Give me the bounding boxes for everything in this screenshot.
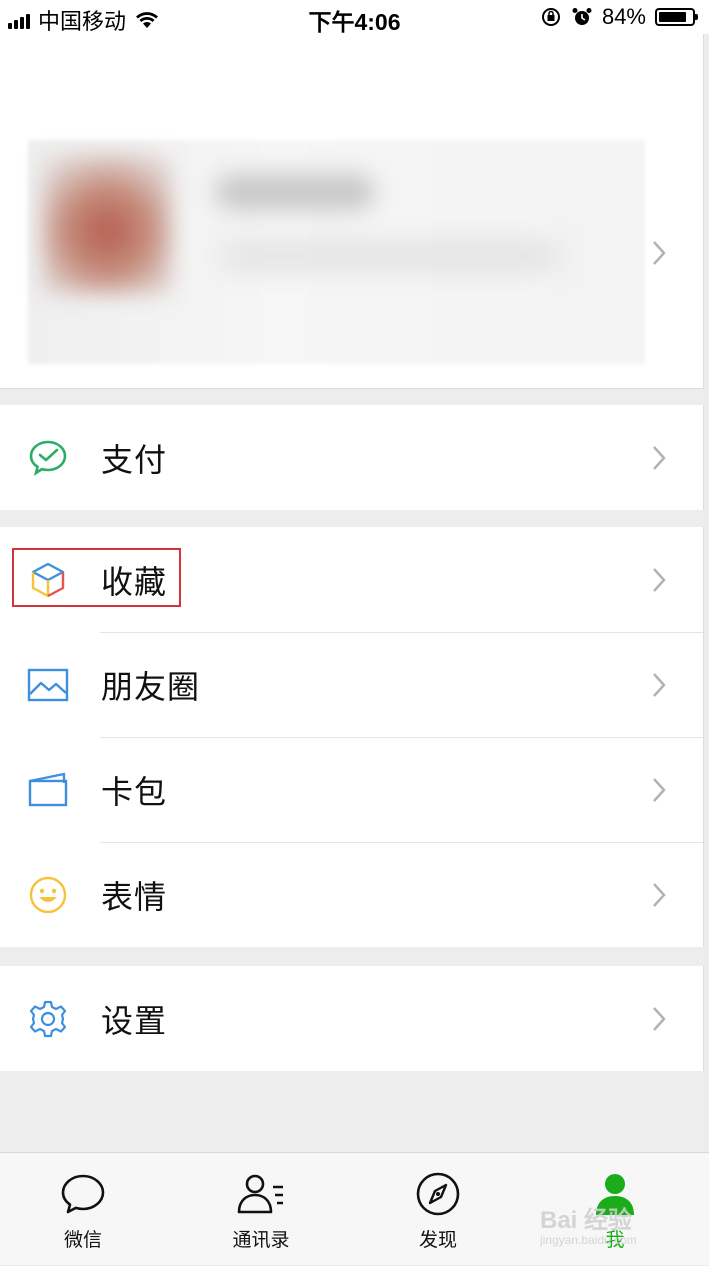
menu-item-label: 支付 bbox=[101, 441, 168, 478]
alarm-clock-icon bbox=[572, 8, 592, 25]
chevron-right-icon bbox=[653, 882, 666, 907]
menu-group-main: 收藏 朋友圈 卡包 表情 bbox=[0, 527, 704, 947]
chat-bubble-icon bbox=[61, 1174, 105, 1214]
compass-icon bbox=[416, 1172, 460, 1216]
menu-item-moments[interactable]: 朋友圈 bbox=[0, 632, 703, 737]
menu-group-settings: 设置 bbox=[0, 966, 704, 1071]
status-right: 84% bbox=[540, 4, 698, 30]
watermark-subtext: jingyan.baidu.com bbox=[540, 1233, 637, 1247]
tab-chats[interactable]: 微信 bbox=[23, 1153, 143, 1266]
baidu-jingyan-watermark: Bai 经验 jingyan.baidu.com bbox=[540, 1200, 680, 1255]
menu-item-favorites[interactable]: 收藏 bbox=[0, 527, 703, 632]
menu-item-label: 表情 bbox=[101, 878, 168, 915]
profile-id-blurred bbox=[220, 244, 560, 268]
orientation-lock-icon bbox=[541, 8, 560, 26]
menu-item-pay[interactable]: 支付 bbox=[0, 405, 703, 510]
battery-icon bbox=[655, 8, 698, 26]
menu-item-label: 收藏 bbox=[101, 563, 168, 600]
avatar bbox=[42, 154, 172, 294]
chevron-right-icon bbox=[653, 567, 666, 592]
profile-card[interactable] bbox=[0, 34, 704, 389]
status-bar: 中国移动 下午4:06 84% bbox=[0, 0, 709, 35]
chevron-right-icon bbox=[653, 241, 666, 265]
tab-discover[interactable]: 发现 bbox=[378, 1153, 498, 1266]
tab-label: 通讯录 bbox=[232, 1230, 290, 1251]
battery-percent: 84% bbox=[601, 4, 646, 29]
profile-name-blurred bbox=[215, 174, 375, 210]
chevron-right-icon bbox=[653, 1006, 666, 1031]
tab-label: 发现 bbox=[418, 1230, 457, 1251]
tab-label: 微信 bbox=[63, 1230, 102, 1251]
menu-group-pay: 支付 bbox=[0, 405, 704, 510]
settings-gear-icon bbox=[27, 998, 69, 1040]
battery-fill bbox=[659, 12, 686, 22]
card-wallet-icon bbox=[27, 769, 69, 811]
tab-contacts[interactable]: 通讯录 bbox=[201, 1153, 321, 1266]
moments-picture-icon bbox=[27, 664, 69, 706]
menu-item-settings[interactable]: 设置 bbox=[0, 966, 703, 1071]
chevron-right-icon bbox=[653, 445, 666, 470]
menu-item-label: 卡包 bbox=[101, 773, 168, 810]
menu-item-stickers[interactable]: 表情 bbox=[0, 842, 703, 947]
chevron-right-icon bbox=[653, 672, 666, 697]
sticker-smiley-icon bbox=[27, 874, 69, 916]
menu-item-card-wallet[interactable]: 卡包 bbox=[0, 737, 703, 842]
watermark-text: Bai 经验 bbox=[540, 1207, 633, 1234]
chevron-right-icon bbox=[653, 777, 666, 802]
menu-item-label: 设置 bbox=[101, 1002, 168, 1039]
contacts-icon bbox=[237, 1174, 283, 1214]
wechat-pay-icon bbox=[27, 437, 69, 479]
menu-item-label: 朋友圈 bbox=[101, 668, 201, 705]
favorites-cube-icon bbox=[27, 559, 69, 601]
